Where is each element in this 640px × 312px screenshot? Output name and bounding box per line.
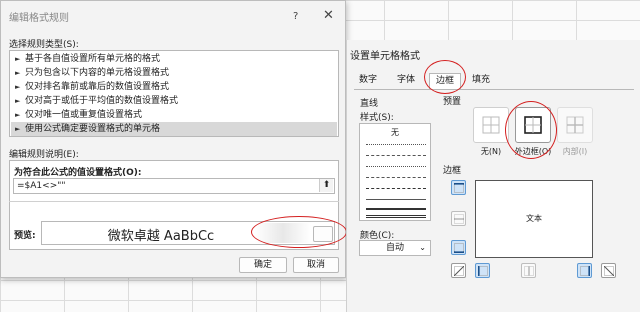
annotation-circle — [251, 216, 347, 248]
annotation-circle — [505, 101, 557, 159]
border-section-label: 边框 — [443, 166, 462, 176]
dialog-title: 编辑格式规则 — [9, 13, 69, 24]
annotation-circle — [424, 60, 466, 94]
line-style-option[interactable] — [366, 199, 426, 200]
triangle-icon: ► — [15, 83, 21, 91]
rule-type-item-selected[interactable]: ► 使用公式确定要设置格式的单元格 — [11, 122, 337, 136]
line-style-option[interactable] — [366, 155, 426, 156]
rule-type-item[interactable]: ► 仅对唯一值或重复值设置格式 — [11, 108, 337, 122]
presets-label: 预置 — [443, 97, 462, 107]
line-style-list[interactable]: 无 — [359, 123, 431, 221]
format-preview-text: 微软卓越 AaBbCc — [107, 229, 215, 244]
line-style-option[interactable] — [366, 177, 426, 178]
format-cells-title: 设置单元格格式 — [350, 51, 420, 62]
border-inside-horizontal-button[interactable] — [451, 211, 466, 226]
line-style-option[interactable] — [366, 188, 426, 189]
rule-description-label: 编辑规则说明(E): — [9, 150, 79, 160]
border-preview-text: 文本 — [526, 214, 542, 223]
border-inside-icon — [566, 116, 584, 134]
triangle-icon: ► — [15, 69, 21, 77]
tab-fill[interactable]: 填充 — [468, 73, 494, 90]
chevron-down-icon: ⌄ — [419, 243, 426, 252]
triangle-icon: ► — [15, 111, 21, 119]
border-preview[interactable]: 文本 — [475, 180, 593, 258]
line-style-option[interactable] — [366, 144, 426, 145]
formula-input[interactable]: =$A1<>"" — [13, 178, 335, 194]
rule-type-item[interactable]: ► 基于各自值设置所有单元格的格式 — [11, 52, 337, 66]
border-left-button[interactable] — [475, 263, 490, 278]
style-label: 样式(S): — [360, 113, 394, 123]
line-style-option[interactable] — [366, 215, 426, 218]
border-bottom-icon — [454, 243, 464, 253]
border-diagonal-up-button[interactable] — [451, 263, 466, 278]
rule-type-item[interactable]: ► 仅对排名靠前或靠后的数值设置格式 — [11, 80, 337, 94]
collapse-dialog-icon[interactable]: ⬆ — [319, 179, 333, 192]
tab-number[interactable]: 数字 — [355, 73, 381, 90]
line-style-option[interactable] — [366, 208, 426, 210]
rule-type-list[interactable]: ► 基于各自值设置所有单元格的格式 ► 只为包含以下内容的单元格设置格式 ► 仅对排名… — [9, 50, 339, 137]
border-none-icon — [482, 116, 500, 134]
rule-type-item[interactable]: ► 只为包含以下内容的单元格设置格式 — [11, 66, 337, 80]
preset-none-button[interactable] — [473, 107, 509, 143]
line-section-label: 直线 — [360, 99, 379, 109]
border-diagonal-down-button[interactable] — [601, 263, 616, 278]
color-select[interactable]: 自动 ⌄ — [359, 240, 431, 256]
line-style-option[interactable] — [366, 166, 426, 167]
triangle-icon: ► — [15, 97, 21, 105]
border-inside-v-icon — [524, 266, 534, 276]
border-top-button[interactable] — [451, 180, 466, 195]
rule-type-item[interactable]: ► 仅对高于或低于平均值的数值设置格式 — [11, 94, 337, 108]
divider — [9, 201, 339, 202]
preset-inside-label: 内部(I) — [562, 147, 588, 156]
diagonal-up-icon — [454, 266, 464, 276]
border-inside-vertical-button[interactable] — [521, 263, 536, 278]
preset-none-label: 无(N) — [480, 147, 502, 156]
edit-rule-dialog: 编辑格式规则 ? ✕ 选择规则类型(S): ► 基于各自值设置所有单元格的格式 ►… — [0, 0, 347, 278]
border-bottom-button[interactable] — [451, 240, 466, 255]
rule-type-label: 选择规则类型(S): — [9, 40, 79, 50]
border-left-icon — [478, 266, 488, 276]
tab-font[interactable]: 字体 — [393, 73, 419, 90]
triangle-icon: ► — [15, 125, 21, 133]
diagonal-down-icon — [604, 266, 614, 276]
style-none[interactable]: 无 — [360, 127, 430, 138]
border-inside-h-icon — [454, 214, 464, 224]
ok-button[interactable]: 确定 — [239, 257, 287, 273]
preview-label: 预览: — [14, 231, 36, 241]
tab-divider — [354, 89, 634, 90]
help-icon[interactable]: ? — [293, 11, 298, 22]
cancel-button[interactable]: 取消 — [293, 257, 339, 273]
triangle-icon: ► — [15, 55, 21, 63]
border-top-icon — [454, 183, 464, 193]
close-icon[interactable]: ✕ — [323, 8, 334, 23]
preset-inside-button[interactable] — [557, 107, 593, 143]
formula-label: 为符合此公式的值设置格式(O): — [14, 168, 142, 178]
border-right-button[interactable] — [577, 263, 592, 278]
border-right-icon — [580, 266, 590, 276]
